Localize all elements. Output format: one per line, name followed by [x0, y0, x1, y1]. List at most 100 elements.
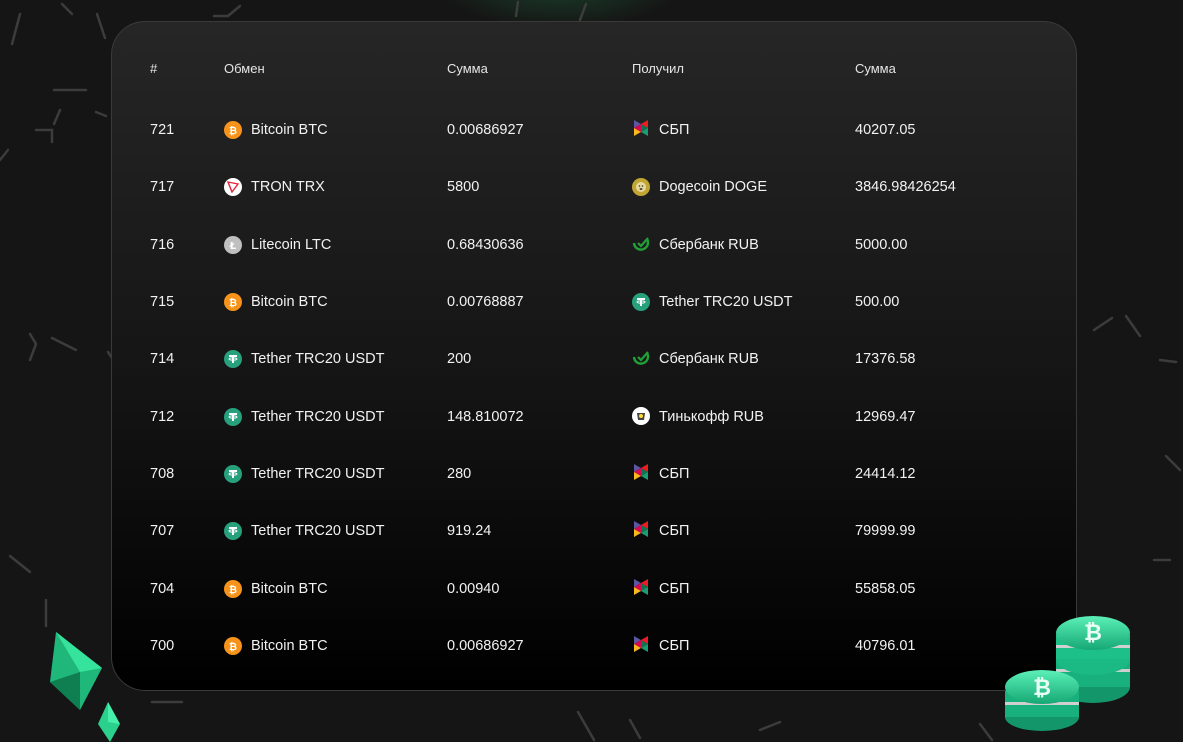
table-row: 717 TRON TRX 5800 Dogecoin DOGE 3846.9842625…: [112, 172, 1076, 202]
table-row: 716 Ł Litecoin LTC 0.68430636 Сбербанк RUB 50…: [112, 230, 1076, 260]
header-received: Получил: [632, 60, 684, 76]
received-currency: Сбербанк RUB: [659, 351, 759, 367]
exchange-from-currency: Tether TRC20 USDT: [251, 409, 385, 425]
amount-received: 55858.05: [855, 581, 916, 597]
received-cell: Tether TRC20 USDT: [632, 292, 793, 312]
tether-icon: [224, 521, 251, 541]
received-currency: СБП: [659, 122, 690, 138]
amount-sent: 200: [447, 351, 472, 367]
sbp-icon: [632, 119, 659, 141]
table-row: 707 Tether TRC20 USDT 919.24 СБП 79999.99: [112, 516, 1076, 546]
order-id: 716: [150, 237, 175, 253]
exchange-from-cell: ₿ Bitcoin BTC: [224, 579, 328, 599]
received-currency: СБП: [659, 523, 690, 539]
table-row: 704 ₿ Bitcoin BTC 0.00940 СБП 55858.05: [112, 574, 1076, 604]
header-exchange: Обмен: [224, 60, 265, 76]
received-cell: Сбербанк RUB: [632, 234, 759, 256]
table-row: 708 Tether TRC20 USDT 280 СБП 24414.12: [112, 459, 1076, 489]
sbp-icon: [632, 578, 659, 600]
amount-received: 40796.01: [855, 638, 916, 654]
header-id: #: [150, 60, 158, 76]
received-cell: Тинькофф RUB: [632, 407, 764, 427]
tether-icon: [224, 464, 251, 484]
amount-received: 79999.99: [855, 523, 916, 539]
amount-sent: 919.24: [447, 523, 492, 539]
received-cell: Dogecoin DOGE: [632, 177, 767, 197]
order-id: 714: [150, 351, 175, 367]
bitcoin-coins-decoration: ₿ ₿: [1005, 616, 1130, 731]
amount-sent: 0.68430636: [447, 237, 524, 253]
amount-sent: 0.00686927: [447, 122, 524, 138]
exchange-from-currency: Bitcoin BTC: [251, 638, 328, 654]
amount-received: 17376.58: [855, 351, 916, 367]
order-id: 721: [150, 122, 175, 138]
svg-text:₿: ₿: [1033, 676, 1051, 701]
exchange-from-cell: Tether TRC20 USDT: [224, 349, 385, 369]
exchange-from-cell: ₿ Bitcoin BTC: [224, 120, 328, 140]
received-cell: СБП: [632, 463, 689, 485]
received-currency: СБП: [659, 638, 690, 654]
amount-received: 40207.05: [855, 122, 916, 138]
amount-sent: 5800: [447, 179, 480, 195]
received-cell: СБП: [632, 578, 689, 600]
header-amount-received: Сумма: [855, 60, 896, 76]
received-currency: СБП: [659, 581, 690, 597]
sberbank-icon: [632, 234, 659, 256]
tether-icon: [224, 407, 251, 427]
header-amount-sent: Сумма: [447, 60, 488, 76]
table-row: 700 ₿ Bitcoin BTC 0.00686927 СБП 40796.01: [112, 631, 1076, 661]
table-row: 714 Tether TRC20 USDT 200 Сбербанк RUB 17376…: [112, 344, 1076, 374]
tether-icon: [224, 349, 251, 369]
received-currency: СБП: [659, 466, 690, 482]
table-header-row: # Обмен Сумма Получил Сумма: [112, 53, 1076, 83]
amount-received: 12969.47: [855, 409, 916, 425]
exchange-from-currency: Bitcoin BTC: [251, 122, 328, 138]
received-currency: Тинькофф RUB: [659, 409, 764, 425]
svg-text:₿: ₿: [229, 297, 237, 308]
amount-sent: 0.00768887: [447, 294, 524, 310]
received-cell: СБП: [632, 635, 689, 657]
exchange-from-cell: ₿ Bitcoin BTC: [224, 636, 328, 656]
table-row: 721 ₿ Bitcoin BTC 0.00686927 СБП 40207.05: [112, 115, 1076, 145]
amount-received: 500.00: [855, 294, 900, 310]
exchange-from-cell: Tether TRC20 USDT: [224, 464, 385, 484]
table-row: 712 Tether TRC20 USDT 148.810072 Тинькофф R…: [112, 402, 1076, 432]
amount-sent: 280: [447, 466, 472, 482]
bitcoin-icon: ₿: [224, 120, 251, 140]
order-id: 707: [150, 523, 175, 539]
sbp-icon: [632, 635, 659, 657]
svg-text:Ł: Ł: [229, 241, 237, 251]
exchange-from-cell: TRON TRX: [224, 177, 325, 197]
table-row: 715 ₿ Bitcoin BTC 0.00768887 Tether TRC20 US…: [112, 287, 1076, 317]
exchange-from-currency: Bitcoin BTC: [251, 581, 328, 597]
exchange-from-cell: Ł Litecoin LTC: [224, 235, 331, 255]
received-cell: СБП: [632, 119, 689, 141]
sberbank-icon: [632, 348, 659, 370]
sbp-icon: [632, 463, 659, 485]
exchange-from-currency: Tether TRC20 USDT: [251, 466, 385, 482]
received-currency: Dogecoin DOGE: [659, 179, 767, 195]
exchange-from-cell: Tether TRC20 USDT: [224, 521, 385, 541]
order-id: 708: [150, 466, 175, 482]
bitcoin-icon: ₿: [224, 636, 251, 656]
amount-sent: 0.00940: [447, 581, 500, 597]
amount-sent: 0.00686927: [447, 638, 524, 654]
svg-text:₿: ₿: [229, 125, 237, 136]
sbp-icon: [632, 520, 659, 542]
received-currency: Tether TRC20 USDT: [659, 294, 793, 310]
svg-text:₿: ₿: [229, 584, 237, 595]
tether-icon: [632, 292, 659, 312]
dogecoin-icon: [632, 177, 659, 197]
bitcoin-icon: ₿: [224, 292, 251, 312]
amount-received: 5000.00: [855, 237, 908, 253]
order-id: 715: [150, 294, 175, 310]
tinkoff-icon: [632, 407, 659, 427]
amount-received: 3846.98426254: [855, 179, 956, 195]
exchange-from-cell: ₿ Bitcoin BTC: [224, 292, 328, 312]
order-id: 704: [150, 581, 175, 597]
received-currency: Сбербанк RUB: [659, 237, 759, 253]
exchange-from-currency: Tether TRC20 USDT: [251, 523, 385, 539]
bitcoin-icon: ₿: [224, 579, 251, 599]
exchange-history-table: # Обмен Сумма Получил Сумма 721 ₿ Bitcoin …: [111, 21, 1077, 691]
exchange-from-currency: TRON TRX: [251, 179, 325, 195]
